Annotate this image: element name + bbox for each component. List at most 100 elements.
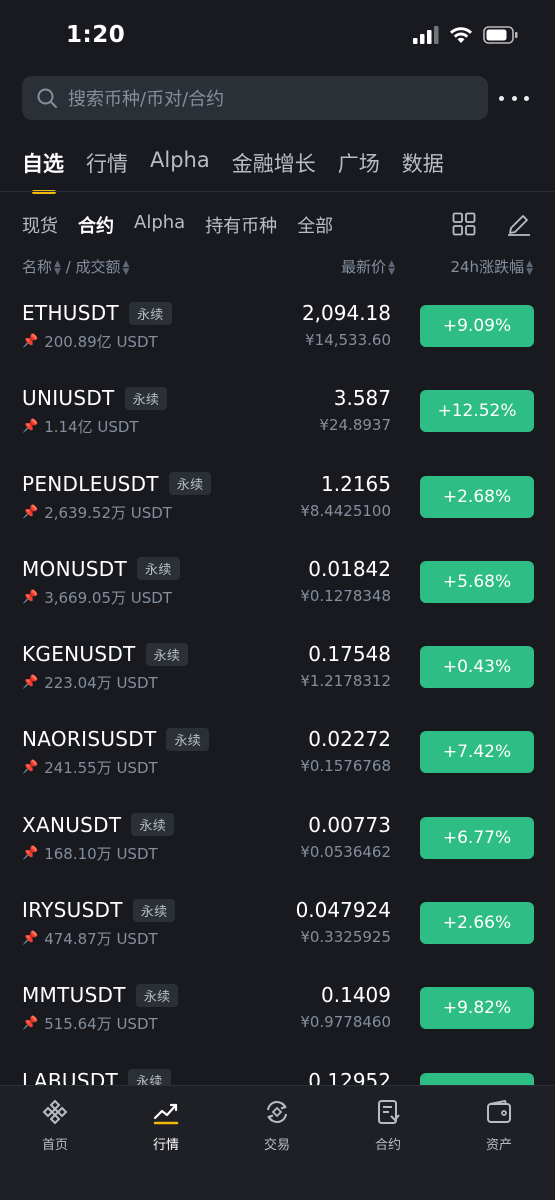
change-badge[interactable]: +9.82%: [420, 987, 534, 1030]
last-price: 2,094.18: [301, 301, 391, 325]
nav-label: 行情: [152, 1138, 179, 1153]
dot-icon: [524, 95, 529, 101]
list-item[interactable]: XANUSDT 永续 📌 168.10万 USDT 0.00773 ¥0.05364…: [0, 797, 555, 882]
last-price: 0.17548: [308, 642, 391, 667]
symbol-name: MONUSDT: [22, 556, 128, 581]
pin-icon: 📌: [22, 760, 39, 776]
volume: 📌 2,639.52万 USDT: [22, 502, 172, 523]
change-badge[interactable]: +2.66%: [420, 902, 534, 945]
symbol: PENDLEUSDT 永续: [22, 472, 212, 496]
sort-icon: ▲ ▼: [388, 258, 395, 277]
subtab-futures[interactable]: 合约: [78, 212, 114, 238]
cny-price: ¥0.3325925: [300, 928, 391, 947]
pin-icon: 📌: [22, 589, 39, 605]
tab-alpha[interactable]: Alpha: [150, 148, 210, 178]
cny-price: ¥24.8937: [319, 416, 391, 435]
change-badge[interactable]: [420, 1072, 534, 1085]
search-input[interactable]: 搜索币种/币对/合约: [22, 76, 488, 120]
last-price: 1.2165: [321, 471, 391, 496]
nav-trade[interactable]: 交易: [232, 1098, 322, 1153]
list-item[interactable]: IRYSUSDT 永续 📌 474.87万 USDT 0.047924 ¥0.332…: [0, 882, 555, 967]
volume-value: 3,669.05万 USDT: [44, 588, 172, 607]
tab-finance-growth[interactable]: 金融增长: [232, 148, 316, 178]
sort-change[interactable]: 24h涨跌幅 ▲ ▼: [450, 256, 533, 277]
list-item[interactable]: KGENUSDT 永续 📌 223.04万 USDT 0.17548 ¥1.2178…: [0, 626, 555, 711]
tabs-divider: [0, 191, 555, 192]
list-item[interactable]: NAORISUSDT 永续 📌 241.55万 USDT 0.02272 ¥0.15…: [0, 711, 555, 796]
change-badge[interactable]: +7.42%: [420, 731, 534, 774]
market-list: ETHUSDT 永续 📌 200.89亿 USDT 2,094.18 ¥14,533…: [0, 285, 555, 1085]
list-item[interactable]: PENDLEUSDT 永续 📌 2,639.52万 USDT 1.2165 ¥8.4…: [0, 456, 555, 541]
more-options-button[interactable]: [499, 88, 529, 108]
cny-price: ¥0.1278348: [300, 586, 391, 605]
edit-icon[interactable]: [506, 210, 532, 236]
pin-icon: 📌: [22, 504, 39, 520]
perpetual-badge: 永续: [132, 898, 176, 922]
symbol: MONUSDT 永续: [22, 557, 180, 581]
col-name-label: 名称: [22, 258, 53, 276]
volume-value: 474.87万 USDT: [44, 930, 158, 949]
change-badge[interactable]: +0.43%: [420, 646, 534, 689]
search-icon: [37, 88, 57, 108]
col-change-label: 24h涨跌幅: [450, 258, 525, 276]
tab-market[interactable]: 行情: [86, 148, 128, 178]
symbol-name: MMTUSDT: [22, 983, 126, 1008]
symbol-name: XANUSDT: [22, 812, 122, 837]
list-item[interactable]: MMTUSDT 永续 📌 515.64万 USDT 0.1409 ¥0.977846…: [0, 967, 555, 1052]
perpetual-badge: 永续: [166, 727, 210, 751]
pin-icon: 📌: [22, 675, 39, 691]
tab-favorites[interactable]: 自选: [22, 148, 64, 194]
sort-name-volume[interactable]: 名称 ▲ ▼ / 成交额 ▲ ▼: [22, 256, 129, 277]
dot-icon: [499, 95, 504, 101]
subtab-holdings[interactable]: 持有币种: [205, 212, 277, 238]
col-volume-label: / 成交额: [65, 258, 121, 276]
perpetual-badge: 永续: [128, 301, 172, 325]
grid-view-icon[interactable]: [452, 212, 476, 236]
col-price-label: 最新价: [341, 258, 387, 276]
list-item[interactable]: ETHUSDT 永续 📌 200.89亿 USDT 2,094.18 ¥14,533…: [0, 285, 555, 370]
tab-data[interactable]: 数据: [402, 148, 444, 178]
wallet-icon: [487, 1099, 511, 1123]
volume: 📌 1.14亿 USDT: [22, 416, 139, 437]
nav-home[interactable]: 首页: [10, 1098, 100, 1153]
main-tabs: 自选 行情 Alpha 金融增长 广场 数据: [22, 148, 466, 194]
tab-square[interactable]: 广场: [338, 148, 380, 178]
volume-value: 1.14亿 USDT: [44, 418, 139, 437]
status-icons: [413, 26, 519, 44]
volume: 📌 3,669.05万 USDT: [22, 587, 172, 608]
change-badge[interactable]: +2.68%: [420, 475, 534, 518]
sort-price[interactable]: 最新价 ▲ ▼: [341, 256, 395, 277]
volume: 📌 515.64万 USDT: [22, 1013, 158, 1034]
symbol: KGENUSDT 永续: [22, 642, 189, 666]
volume-value: 168.10万 USDT: [44, 844, 158, 863]
subtab-all[interactable]: 全部: [297, 212, 333, 238]
perpetual-badge: 永续: [137, 557, 180, 581]
change-badge[interactable]: +6.77%: [420, 816, 534, 859]
nav-label: 交易: [263, 1138, 290, 1153]
nav-assets[interactable]: 资产: [454, 1098, 544, 1153]
last-price: 0.12952: [308, 1068, 391, 1085]
change-badge[interactable]: +9.09%: [420, 305, 534, 347]
volume: 📌 200.89亿 USDT: [22, 331, 158, 352]
list-item[interactable]: MONUSDT 永续 📌 3,669.05万 USDT 0.01842 ¥0.127…: [0, 541, 555, 626]
nav-label: 首页: [41, 1138, 68, 1153]
change-badge[interactable]: +5.68%: [420, 560, 534, 603]
volume: 📌 168.10万 USDT: [22, 843, 158, 864]
symbol: MMTUSDT 永续: [22, 983, 179, 1008]
last-price: 0.00773: [308, 812, 391, 837]
volume-value: 223.04万 USDT: [44, 674, 158, 693]
pin-icon: 📌: [22, 1016, 39, 1032]
futures-icon: [378, 1100, 400, 1124]
nav-futures[interactable]: 合约: [343, 1098, 433, 1153]
perpetual-badge: 永续: [128, 1069, 171, 1085]
subtab-spot[interactable]: 现货: [22, 212, 58, 238]
list-item[interactable]: LABUSDT 永续 0.12952: [0, 1053, 555, 1085]
change-badge[interactable]: +12.52%: [420, 390, 534, 433]
subtab-alpha[interactable]: Alpha: [134, 212, 185, 238]
list-item[interactable]: UNIUSDT 永续 📌 1.14亿 USDT 3.587 ¥24.8937 +12…: [0, 370, 555, 455]
pin-icon: 📌: [22, 419, 39, 435]
nav-market[interactable]: 行情: [121, 1098, 211, 1153]
volume: 📌 474.87万 USDT: [22, 928, 158, 949]
volume-value: 200.89亿 USDT: [44, 333, 158, 351]
symbol: UNIUSDT 永续: [22, 386, 168, 410]
